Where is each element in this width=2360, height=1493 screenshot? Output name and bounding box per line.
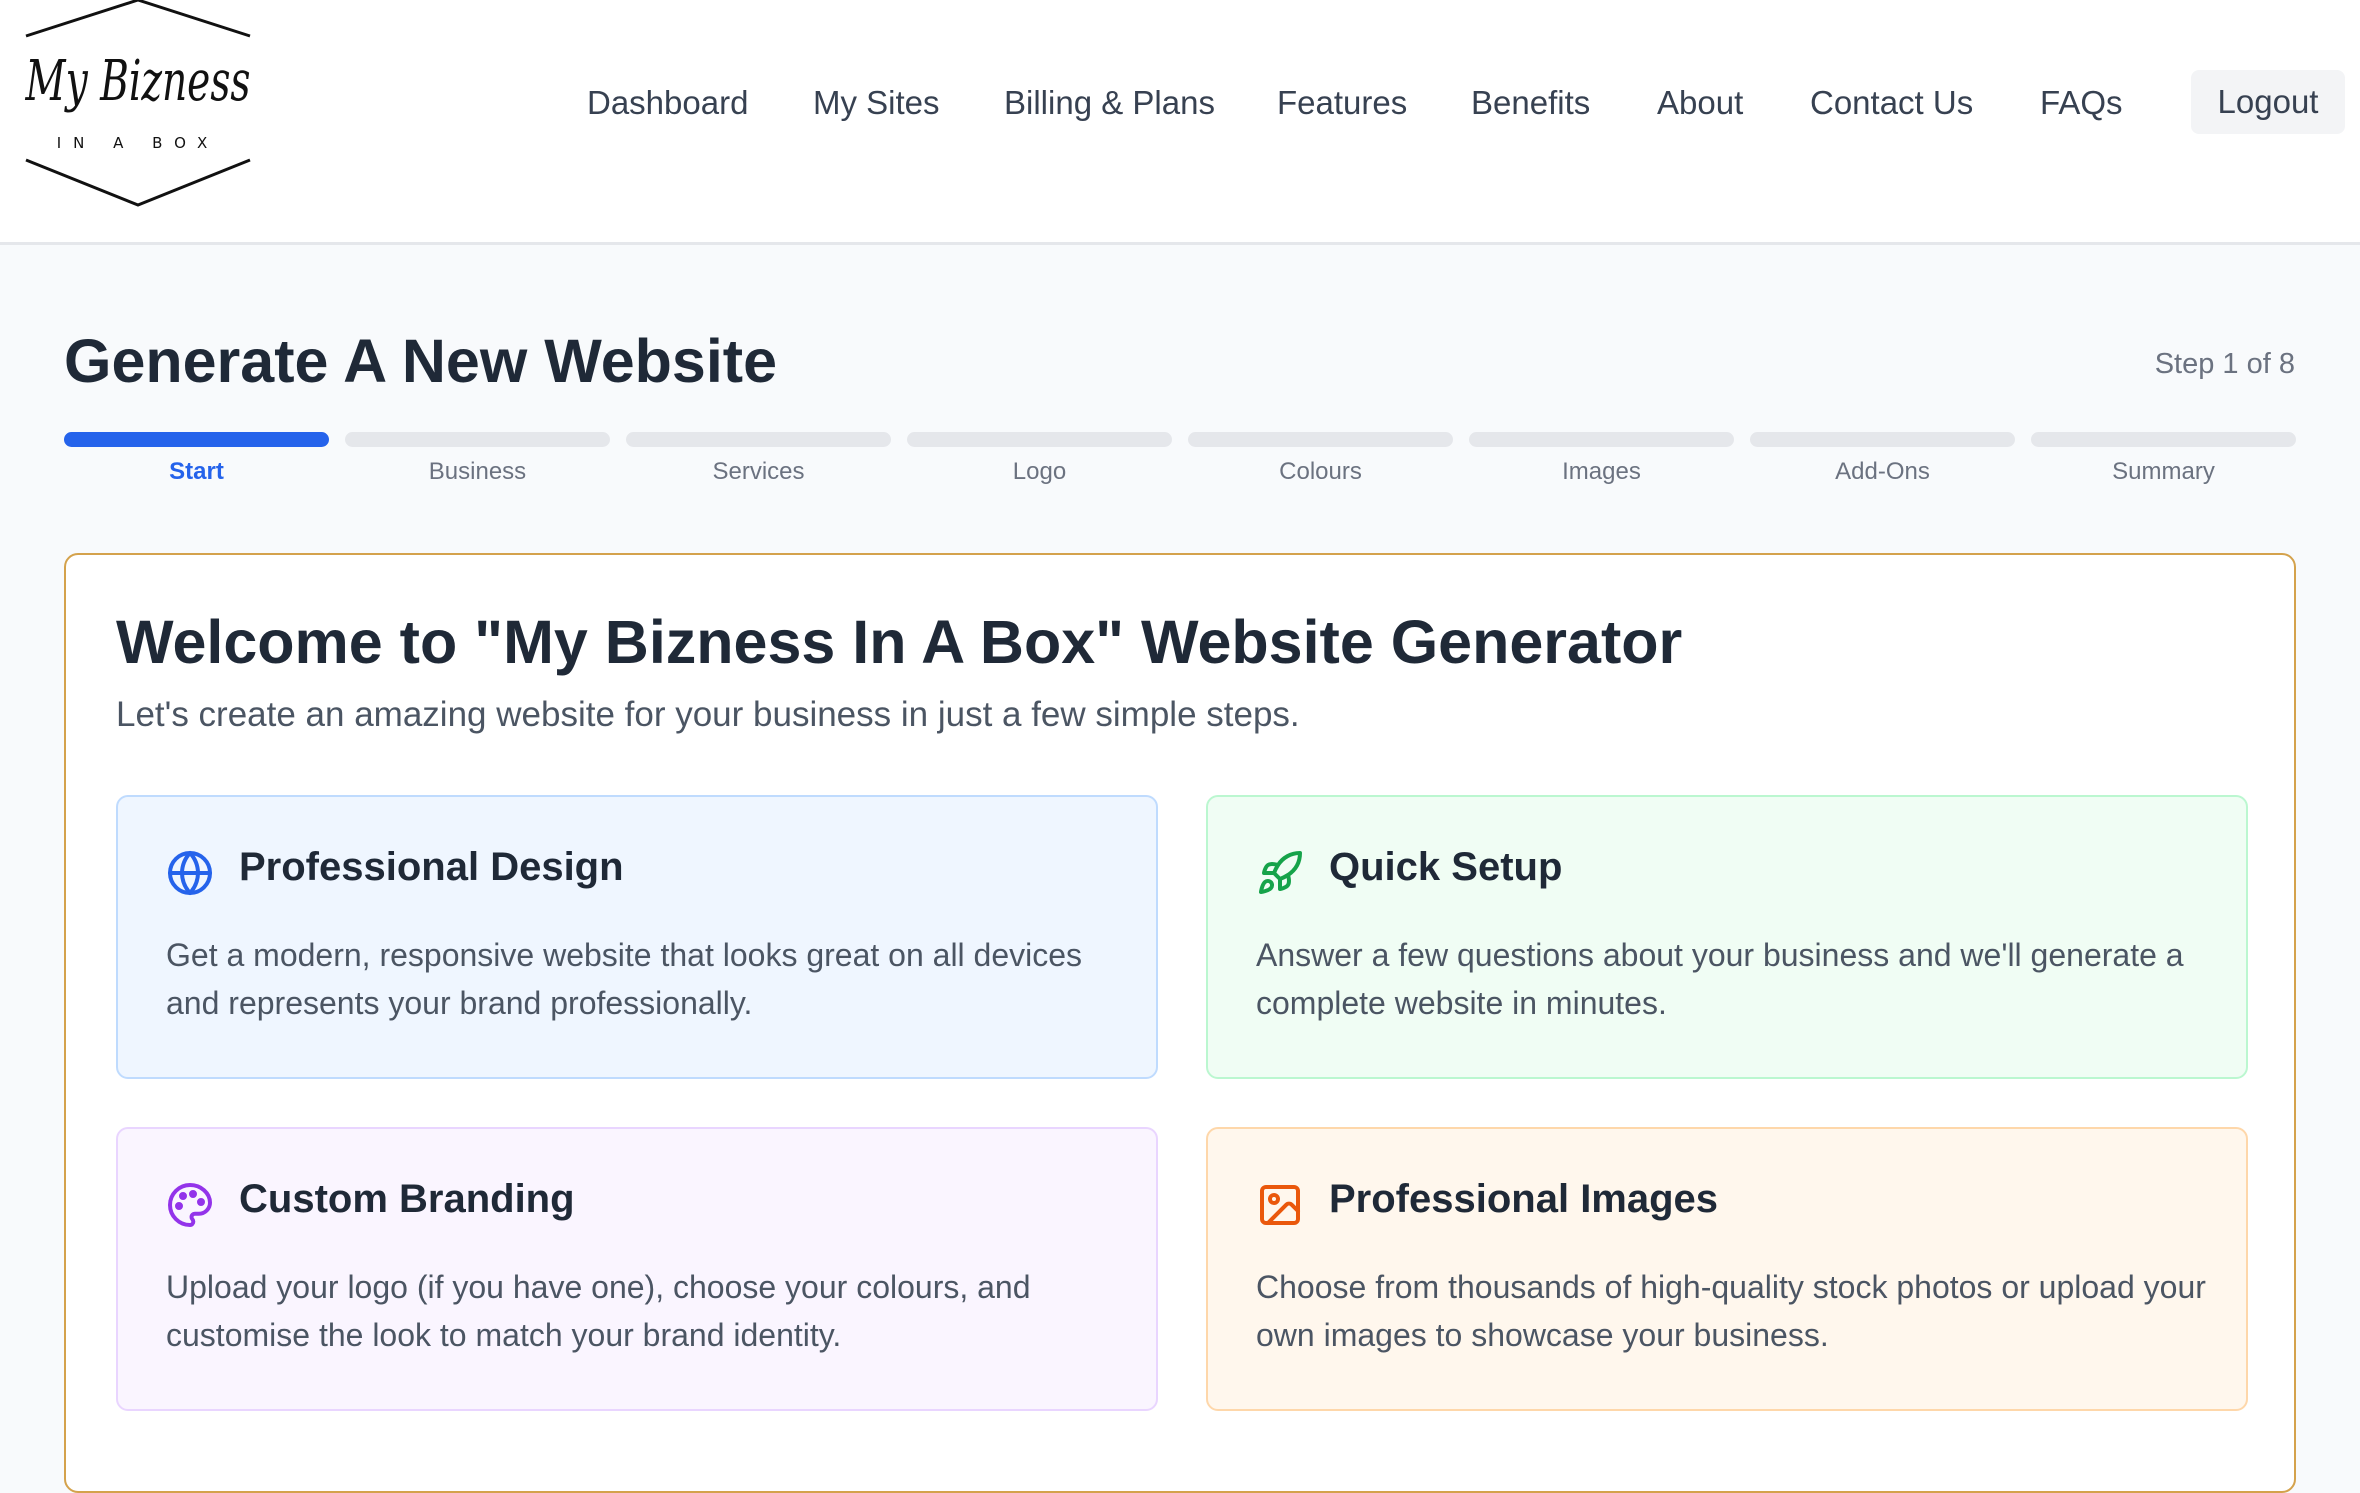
step-label: Summary: [2112, 458, 2215, 485]
step-bar: [345, 432, 610, 447]
nav-features[interactable]: Features: [1277, 70, 1407, 136]
feature-title: Custom Branding: [239, 1177, 575, 1221]
feature-title: Professional Design: [239, 845, 624, 889]
step-bar: [1188, 432, 1453, 447]
step-logo[interactable]: Logo: [907, 432, 1172, 492]
step-label: Start: [169, 458, 224, 485]
step-indicator: Step 1 of 8: [2154, 348, 2295, 380]
step-bar: [907, 432, 1172, 447]
step-colours[interactable]: Colours: [1188, 432, 1453, 492]
image-icon: [1260, 1185, 1300, 1225]
feature-description: Answer a few questions about your busine…: [1256, 937, 2184, 1021]
page-title: Generate A New Website: [64, 327, 778, 395]
step-label: Logo: [1012, 458, 1067, 485]
progress-stepper: Start Business Services Logo Colours Ima…: [64, 432, 2296, 492]
palette-icon: [168, 1183, 212, 1227]
welcome-subtitle: Let's create an amazing website for your…: [116, 695, 1300, 734]
step-start[interactable]: Start: [64, 432, 329, 492]
step-bar: [2031, 432, 2296, 447]
nav-about[interactable]: About: [1657, 70, 1743, 136]
step-label: Business: [428, 458, 527, 485]
logout-button[interactable]: Logout: [2191, 70, 2345, 134]
welcome-title: Welcome to "My Bizness In A Box" Website…: [116, 608, 1683, 676]
rocket-icon: [1259, 850, 1302, 894]
step-bar: [1750, 432, 2015, 447]
nav-dashboard[interactable]: Dashboard: [587, 70, 748, 136]
feature-description: Choose from thousands of high-quality st…: [1256, 1269, 2206, 1353]
feature-card-professional-images: Professional Images Choose from thousand…: [1206, 1127, 2248, 1411]
feature-card-professional-design: Professional Design Get a modern, respon…: [116, 795, 1158, 1079]
step-bar: [626, 432, 891, 447]
welcome-card: Welcome to "My Bizness In A Box" Website…: [64, 553, 2296, 1493]
step-services[interactable]: Services: [626, 432, 891, 492]
step-label: Services: [712, 458, 805, 485]
step-business[interactable]: Business: [345, 432, 610, 492]
step-label: Colours: [1279, 458, 1362, 485]
feature-description: Upload your logo (if you have one), choo…: [166, 1269, 1031, 1353]
feature-title: Quick Setup: [1329, 845, 1563, 889]
main-nav: Dashboard My Sites Billing & Plans Featu…: [0, 70, 2360, 136]
feature-description: Get a modern, responsive website that lo…: [166, 937, 1083, 1021]
nav-contact-us[interactable]: Contact Us: [1810, 70, 1973, 136]
nav-faqs[interactable]: FAQs: [2040, 70, 2123, 136]
step-bar: [1469, 432, 1734, 447]
site-header: My Bizness IN A BOX Dashboard My Sites B…: [0, 0, 2360, 245]
nav-my-sites[interactable]: My Sites: [813, 70, 940, 136]
step-label: Add-Ons: [1835, 458, 1930, 485]
nav-billing-plans[interactable]: Billing & Plans: [1004, 70, 1215, 136]
step-summary[interactable]: Summary: [2031, 432, 2296, 492]
step-images[interactable]: Images: [1469, 432, 1734, 492]
brand-logo-tagline: IN A BOX: [57, 134, 220, 152]
feature-title: Professional Images: [1329, 1177, 1719, 1221]
feature-card-custom-branding: Custom Branding Upload your logo (if you…: [116, 1127, 1158, 1411]
step-bar: [64, 432, 329, 447]
step-label: Images: [1562, 458, 1641, 485]
step-add-ons[interactable]: Add-Ons: [1750, 432, 2015, 492]
nav-benefits[interactable]: Benefits: [1471, 70, 1590, 136]
feature-card-quick-setup: Quick Setup Answer a few questions about…: [1206, 795, 2248, 1079]
globe-icon: [168, 851, 212, 895]
